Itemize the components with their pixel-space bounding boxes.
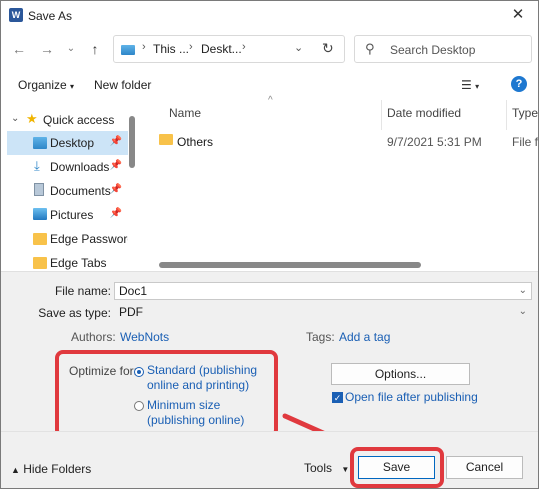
up-arrow-icon[interactable]: ↑	[85, 39, 105, 59]
authors-field[interactable]: WebNots	[120, 330, 169, 344]
sidebar-item-desktop[interactable]: Desktop 📌	[7, 131, 128, 155]
pictures-icon	[33, 208, 47, 220]
column-header-date-modified[interactable]: Date modified	[387, 106, 461, 120]
folder-icon	[33, 257, 47, 269]
word-app-icon: W	[9, 8, 23, 22]
pin-icon: 📌	[109, 184, 122, 195]
save-highlight-box	[350, 447, 444, 488]
desktop-icon	[33, 137, 47, 149]
file-name-field[interactable]: Doc1 ⌄	[114, 282, 532, 300]
sidebar-item-label: Pictures	[50, 208, 94, 222]
chevron-down-icon[interactable]: ⌄	[519, 304, 527, 320]
column-divider[interactable]	[506, 100, 507, 130]
refresh-icon[interactable]: ↻	[322, 40, 334, 57]
options-button[interactable]: Options...	[331, 363, 470, 385]
column-header-type[interactable]: Type	[512, 106, 538, 120]
forward-arrow-icon[interactable]: →	[37, 39, 57, 59]
sidebar-item-label: Downloads	[50, 160, 110, 174]
breadcrumb-desktop[interactable]: Deskt...	[201, 42, 242, 56]
navigation-scrollbar[interactable]	[129, 116, 135, 168]
dialog-footer: ▲ Hide Folders Tools ▼ Save Cancel	[1, 431, 538, 488]
horizontal-scrollbar[interactable]	[159, 262, 421, 268]
navigation-bar: ← → ⌄ ↑ › This ... › Deskt... › ⌄ ↻ ⚲ Se…	[1, 31, 538, 69]
title-bar: W Save As ✕	[1, 1, 538, 30]
sidebar-item-downloads[interactable]: ⤓ Downloads 📌	[7, 155, 128, 179]
cancel-button[interactable]: Cancel	[446, 456, 523, 479]
authors-label: Authors:	[71, 330, 116, 344]
documents-icon	[34, 183, 44, 196]
tools-label: Tools	[304, 461, 333, 475]
sidebar-item-label: Edge Tabs	[50, 256, 107, 270]
pin-icon: 📌	[109, 160, 122, 171]
pin-icon: 📌	[109, 136, 122, 147]
save-as-dialog: W Save As ✕ ← → ⌄ ↑ › This ... › Deskt..…	[0, 0, 539, 489]
this-pc-icon	[121, 45, 135, 55]
pin-icon: 📌	[109, 208, 122, 219]
star-icon: ★	[26, 111, 38, 126]
folder-icon	[33, 233, 47, 245]
sidebar-item-label: Desktop	[50, 136, 95, 150]
help-icon[interactable]: ?	[511, 76, 527, 92]
chevron-down-icon[interactable]: ⌄	[519, 283, 527, 299]
tools-menu[interactable]: Tools ▼	[304, 461, 349, 475]
breadcrumb-separator-icon: ›	[242, 41, 246, 53]
file-name: Others	[177, 135, 214, 149]
collapse-caret-icon: ▲	[11, 465, 20, 475]
sort-ascending-icon: ^	[268, 95, 273, 106]
expand-chevron-icon[interactable]: ⌄	[11, 113, 19, 124]
save-as-type-select[interactable]: PDF ⌄	[114, 303, 532, 321]
file-type: File fo	[512, 135, 539, 149]
file-list: ^ Name Date modified Type Others 9/7/202…	[145, 95, 538, 271]
column-header-name[interactable]: Name	[169, 106, 201, 120]
column-divider[interactable]	[381, 100, 382, 130]
file-name-label: File name:	[54, 284, 111, 298]
breadcrumb-separator-icon: ›	[189, 41, 193, 53]
organize-label: Organize	[18, 78, 67, 92]
sidebar-item-edge-password[interactable]: Edge Password M	[7, 227, 128, 251]
view-options-icon[interactable]: ☰ ▾	[461, 78, 479, 92]
dropdown-caret-icon: ▼	[341, 465, 350, 474]
hide-folders-label: Hide Folders	[23, 462, 92, 476]
navigation-pane: ⌄ ★ Quick access Desktop 📌 ⤓ Downloads 📌…	[1, 100, 138, 271]
search-input[interactable]: Search Desktop	[390, 43, 475, 57]
sidebar-item-label: Edge Password M	[50, 232, 128, 246]
new-folder-button[interactable]: New folder	[94, 78, 151, 92]
folder-icon	[159, 134, 173, 145]
search-icon: ⚲	[365, 41, 375, 56]
optimize-highlight-box	[55, 350, 278, 438]
file-row[interactable]: Others 9/7/2021 5:31 PM File fo	[145, 130, 538, 152]
address-dropdown-icon[interactable]: ⌄	[294, 41, 303, 54]
sidebar-item-quick-access[interactable]: ⌄ ★ Quick access	[7, 108, 128, 132]
sidebar-item-documents[interactable]: Documents 📌	[7, 179, 128, 203]
search-box[interactable]: ⚲ Search Desktop	[354, 35, 532, 63]
save-as-type-label: Save as type:	[38, 306, 111, 320]
sidebar-item-label: Documents	[50, 184, 111, 198]
breadcrumb-this-pc[interactable]: This ...	[153, 42, 189, 56]
breadcrumb-separator-icon: ›	[142, 41, 146, 53]
file-name-value: Doc1	[119, 284, 148, 298]
hide-folders-button[interactable]: ▲ Hide Folders	[11, 462, 91, 476]
save-options-form: File name: Doc1 ⌄ Save as type: PDF ⌄ Au…	[1, 272, 538, 446]
open-after-checkbox[interactable]: ✓	[332, 392, 343, 403]
tags-field[interactable]: Add a tag	[339, 330, 390, 344]
save-as-type-value: PDF	[119, 305, 143, 319]
sidebar-item-pictures[interactable]: Pictures 📌	[7, 203, 128, 227]
open-after-label[interactable]: Open file after publishing	[345, 390, 478, 404]
dropdown-caret-icon: ▾	[70, 82, 75, 91]
back-arrow-icon[interactable]: ←	[9, 39, 29, 59]
sidebar-item-label: Quick access	[43, 113, 115, 127]
address-bar[interactable]: › This ... › Deskt... › ⌄ ↻	[113, 35, 345, 63]
file-date: 9/7/2021 5:31 PM	[387, 135, 482, 149]
window-title: Save As	[28, 9, 73, 23]
tags-label: Tags:	[306, 330, 335, 344]
recent-locations-chevron-icon[interactable]: ⌄	[61, 39, 81, 59]
close-icon[interactable]: ✕	[508, 5, 528, 25]
organize-menu[interactable]: Organize ▾	[18, 78, 74, 92]
download-icon: ⤓	[34, 158, 40, 173]
